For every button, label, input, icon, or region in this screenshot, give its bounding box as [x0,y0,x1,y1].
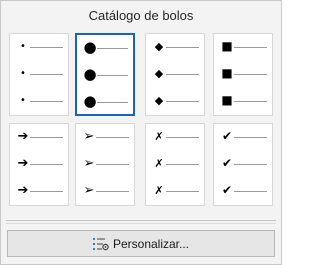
bullet-preview-line: • [10,94,68,106]
diamond-bullet-icon: ◆ [154,93,164,107]
cross-bullet-icon: ✗ [154,156,164,170]
bullet-preview-line: ➢ [76,182,134,198]
check-bullet-icon: ✔ [221,183,233,197]
bullet-preview-line: ◆ [146,66,204,80]
filled-circle-bullet-icon: ● [83,92,97,110]
text-placeholder-line [97,102,128,103]
text-placeholder-line [234,191,267,192]
arrowhead-bullet-icon: ➢ [83,128,95,144]
divider [6,220,276,221]
bullet-preview-line: ● [77,65,133,83]
arrow-bullet-icon: ➔ [17,128,29,144]
text-placeholder-line [97,75,128,76]
small-dot-bullet-icon: • [20,67,26,79]
bullet-preview-line: ■ [214,93,272,107]
filled-circle-bullet-icon: ● [83,65,97,83]
text-placeholder-line [96,164,129,165]
bullet-preview-line: ● [77,38,133,56]
cross-bullet-icon: ✗ [154,129,164,143]
diamond-bullet-icon: ◆ [154,66,164,80]
bullet-preview-line: ➢ [76,128,134,144]
divider-shadow [6,223,276,224]
customize-list-icon [92,237,109,251]
bullet-preview-line: ■ [214,66,272,80]
bullet-preview-line: ✔ [214,183,272,197]
small-dot-bullet-icon: • [20,94,26,106]
bullet-preview-line: ■ [214,39,272,53]
text-placeholder-line [97,48,128,49]
filled-circle-bullet-icon: ● [83,38,97,56]
text-placeholder-line [96,191,129,192]
text-placeholder-line [96,137,129,138]
bullet-preview-line: ✔ [214,156,272,170]
bullet-style-arrowhead[interactable]: ➢ ➢ ➢ [75,123,135,206]
cross-bullet-icon: ✗ [154,183,164,197]
bullet-style-small-dot[interactable]: • • • [9,33,69,116]
text-placeholder-line [166,137,199,138]
arrowhead-bullet-icon: ➢ [83,155,95,171]
text-placeholder-line [234,137,267,138]
text-placeholder-line [30,164,63,165]
text-placeholder-line [234,101,267,102]
bullet-preview-line: • [10,40,68,52]
filled-square-bullet-icon: ■ [221,93,233,107]
diamond-bullet-icon: ◆ [154,39,164,53]
text-placeholder-line [30,137,63,138]
arrowhead-bullet-icon: ➢ [83,182,95,198]
gallery-title: Catálogo de bolos [88,8,194,23]
text-placeholder-line [30,191,63,192]
bullet-preview-line: ➔ [10,128,68,144]
bullet-style-filled-square[interactable]: ■ ■ ■ [213,33,273,116]
bullet-preview-line: • [10,67,68,79]
bullet-preview-line: ◆ [146,93,204,107]
text-placeholder-line [166,47,199,48]
bullet-style-check[interactable]: ✔ ✔ ✔ [213,123,273,206]
bullet-preview-line: ✗ [146,156,204,170]
check-bullet-icon: ✔ [221,129,233,143]
bullet-preview-line: ➔ [10,182,68,198]
bullet-preview-line: ➔ [10,155,68,171]
text-placeholder-line [166,74,199,75]
bullet-style-cross[interactable]: ✗ ✗ ✗ [145,123,205,206]
text-placeholder-line [30,47,63,48]
text-placeholder-line [166,101,199,102]
bullet-preview-line: ● [77,92,133,110]
bullet-preview-line: ✔ [214,129,272,143]
filled-square-bullet-icon: ■ [221,66,233,80]
text-placeholder-line [234,74,267,75]
check-bullet-icon: ✔ [221,156,233,170]
bullet-preview-line: ➢ [76,155,134,171]
arrow-bullet-icon: ➔ [17,155,29,171]
text-placeholder-line [234,164,267,165]
bullet-style-arrow[interactable]: ➔ ➔ ➔ [9,123,69,206]
text-placeholder-line [234,47,267,48]
bullet-preview-line: ✗ [146,129,204,143]
customize-button[interactable]: Personalizar... [7,230,275,257]
bullet-style-diamond[interactable]: ◆ ◆ ◆ [145,33,205,116]
bullet-preview-line: ◆ [146,39,204,53]
small-dot-bullet-icon: • [20,40,26,52]
text-placeholder-line [30,101,63,102]
arrow-bullet-icon: ➔ [17,182,29,198]
filled-square-bullet-icon: ■ [221,39,233,53]
bullet-style-filled-circle[interactable]: ● ● ● [75,33,135,116]
customize-button-label: Personalizar... [112,236,190,251]
text-placeholder-line [30,74,63,75]
text-placeholder-line [166,191,199,192]
text-placeholder-line [166,164,199,165]
bullet-library-panel: Catálogo de bolos • • • ● ● ● ◆ ◆ ◆ ■ ■ ■ ➔ ➔ ➔ ➢ ➢ ➢ ✗ ✗ ✗ ✔… [0,0,282,265]
bullet-preview-line: ✗ [146,183,204,197]
